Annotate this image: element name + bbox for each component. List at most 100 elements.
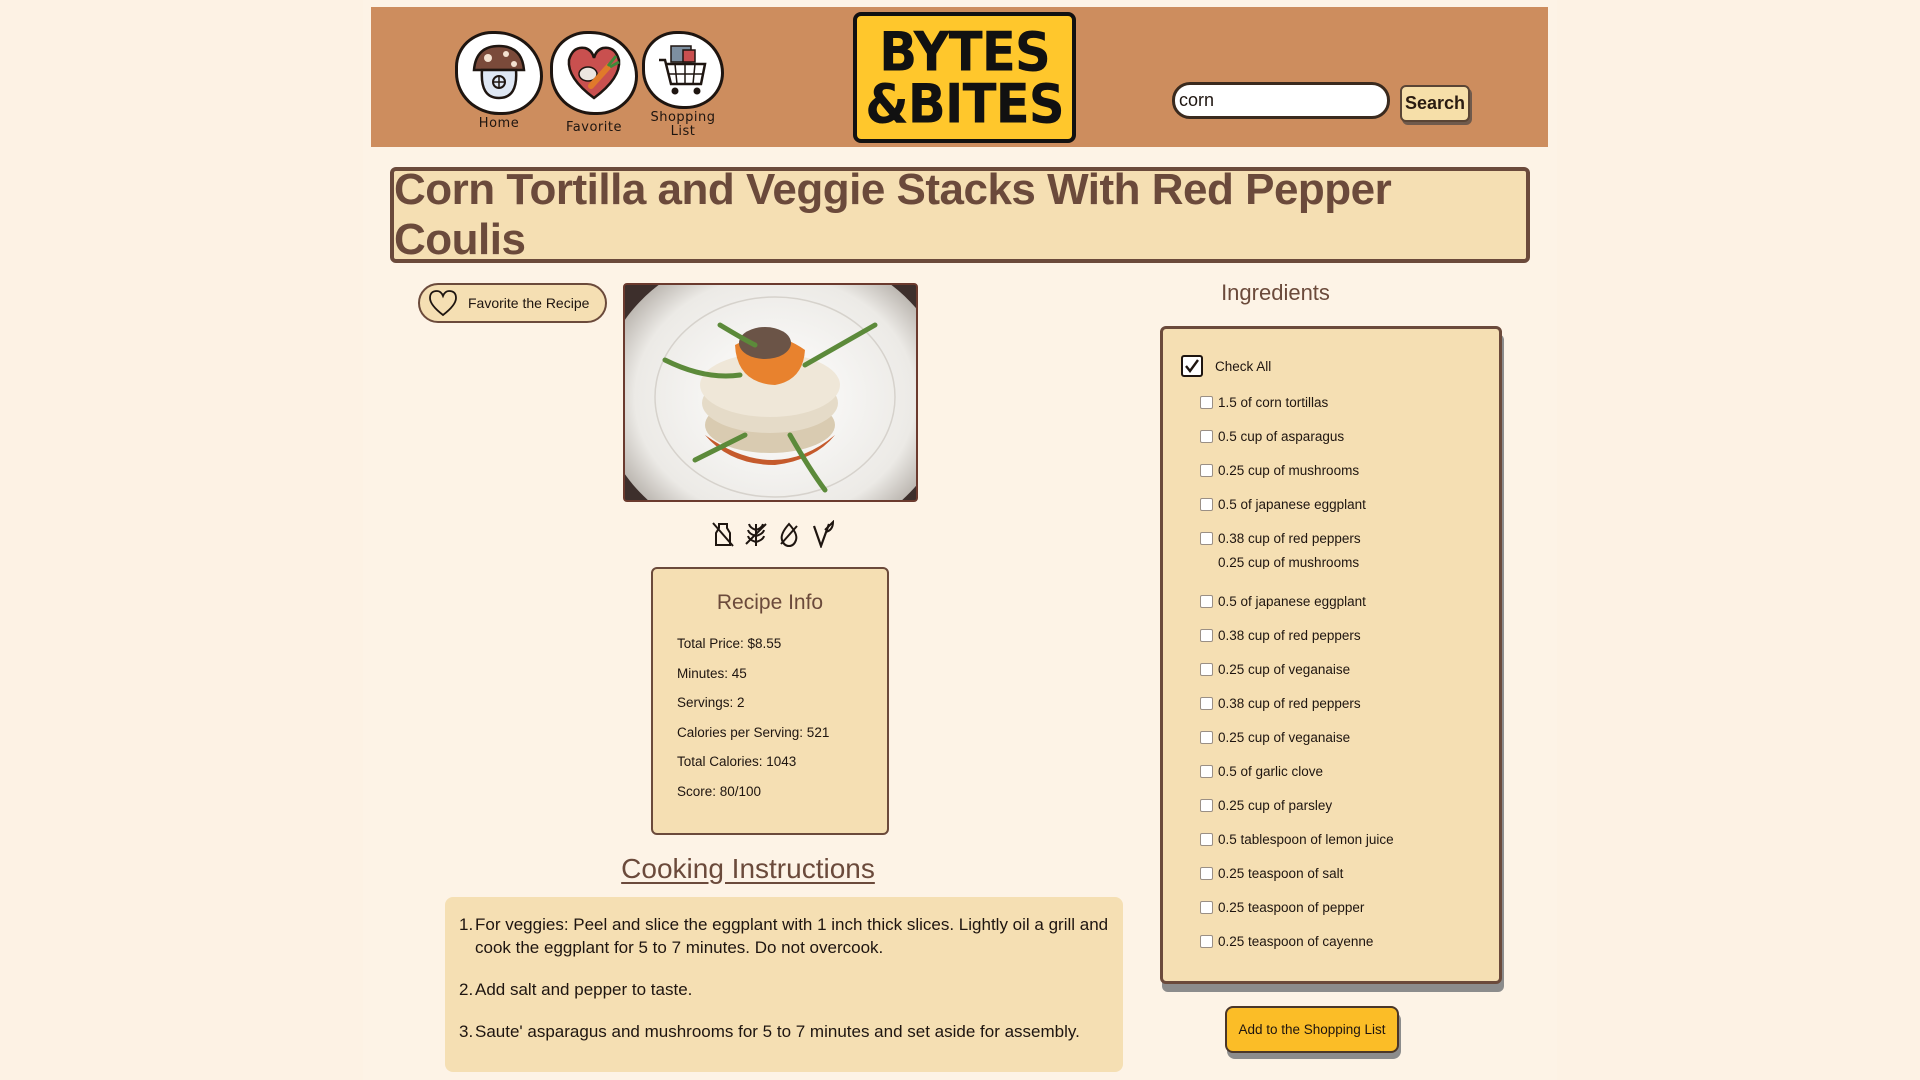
ingredient-checkbox[interactable] <box>1200 497 1213 511</box>
cooking-instructions-title: Cooking Instructions <box>621 853 875 884</box>
ingredient-item: 0.38 cup of red peppers <box>1200 529 1361 547</box>
ingredient-label: 0.5 cup of asparagus <box>1218 428 1345 444</box>
ingredient-checkbox[interactable] <box>1200 662 1213 676</box>
ingredient-checkbox[interactable] <box>1200 764 1213 778</box>
ingredient-item: 0.25 teaspoon of cayenne <box>1200 932 1373 950</box>
ingredient-checkbox[interactable] <box>1200 798 1213 812</box>
ingredient-item: 0.5 of japanese eggplant <box>1200 495 1366 513</box>
info-total-price: Total Price: $8.55 <box>677 636 782 651</box>
vegan-icon <box>812 520 835 548</box>
ingredient-item: 0.5 of garlic clove <box>1200 762 1323 780</box>
ingredient-item: 0.25 cup of mushrooms <box>1200 461 1359 479</box>
ingredient-item: 1.5 of corn tortillas <box>1200 393 1328 411</box>
nav-home[interactable]: Home <box>453 31 545 131</box>
info-minutes: Minutes: 45 <box>677 665 747 681</box>
ingredient-label: 0.5 of japanese eggplant <box>1218 593 1366 609</box>
nav-home-label: Home <box>478 116 520 131</box>
ingredient-label: 0.25 cup of veganaise <box>1218 729 1351 745</box>
ingredient-checkbox[interactable] <box>1200 429 1213 443</box>
ingredient-checkbox[interactable] <box>1200 866 1213 880</box>
ingredient-label: 0.5 of garlic clove <box>1218 763 1324 779</box>
info-calories-per-serving: Calories per Serving: 521 <box>677 724 830 740</box>
ingredient-item: 0.5 tablespoon of lemon juice <box>1200 830 1394 848</box>
ingredient-item: 0.5 cup of asparagus <box>1200 427 1344 445</box>
page: Home Favorite Shopping List BYTES &BITES… <box>363 0 1557 1080</box>
ingredient-item: 0.25 cup of parsley <box>1200 796 1332 814</box>
gluten-free-icon <box>745 523 767 546</box>
ingredient-checkbox[interactable] <box>1200 463 1213 477</box>
favorite-recipe-button[interactable]: Favorite the Recipe <box>418 283 607 323</box>
heart-outline-icon <box>429 290 457 317</box>
ingredient-item: 0.25 teaspoon of salt <box>1200 864 1343 882</box>
ingredient-item: 0.25 teaspoon of pepper <box>1200 898 1364 916</box>
ingredient-item: 0.25 cup of mushrooms <box>1200 557 1359 569</box>
ingredient-checkbox[interactable] <box>1200 934 1213 948</box>
ingredient-label: 0.25 cup of veganaise <box>1218 661 1351 677</box>
ingredient-item: 0.38 cup of red peppers <box>1200 694 1361 712</box>
instruction-step-text: Add salt and pepper to taste. <box>475 980 693 999</box>
ingredient-label: 0.5 tablespoon of lemon juice <box>1218 831 1394 847</box>
info-score: Score: 80/100 <box>677 783 762 799</box>
nav-shopping-list-label: Shopping List <box>650 110 716 139</box>
instruction-step: 1. For veggies: Peel and slice the eggpl… <box>459 913 1113 959</box>
nav-favorite[interactable]: Favorite <box>548 31 640 135</box>
ingredient-checkbox[interactable] <box>1200 832 1213 846</box>
info-total-calories: Total Calories: 1043 <box>677 754 797 769</box>
check-all-label: Check All <box>1215 358 1272 374</box>
header-bar: Home Favorite Shopping List BYTES &BITES… <box>371 7 1548 147</box>
diet-icons-row <box>710 520 835 548</box>
ingredient-item: 0.5 of japanese eggplant <box>1200 592 1366 610</box>
instruction-step: 2. Add salt and pepper to taste. <box>459 980 693 999</box>
checkmark-icon <box>1185 359 1199 373</box>
nav-shopping-list[interactable]: Shopping List <box>637 31 729 139</box>
ingredient-label: 0.25 cup of mushrooms <box>1218 557 1360 569</box>
ingredient-checkbox[interactable] <box>1200 594 1213 608</box>
ingredient-checkbox[interactable] <box>1200 628 1213 642</box>
ingredient-label: 0.38 cup of red peppers <box>1218 627 1361 643</box>
instruction-step-text: Saute' asparagus and mushrooms for 5 to … <box>475 1022 1080 1041</box>
ingredient-checkbox[interactable] <box>1200 696 1213 710</box>
ingredient-item: 0.25 cup of veganaise <box>1200 660 1350 678</box>
recipe-info-panel: Recipe Info Total Price: $8.55 Minutes: … <box>651 567 889 835</box>
info-servings: Servings: 2 <box>677 695 745 710</box>
ingredient-checkbox[interactable] <box>1200 531 1213 545</box>
favorite-recipe-label: Favorite the Recipe <box>468 295 590 311</box>
ingredient-label: 1.5 of corn tortillas <box>1218 394 1329 410</box>
instruction-step: 3. Saute' asparagus and mushrooms for 5 … <box>459 1022 1080 1041</box>
site-logo[interactable]: BYTES &BITES <box>853 12 1076 143</box>
no-fat-icon <box>780 522 798 548</box>
heart-carrot-icon <box>550 31 638 115</box>
ingredient-label: 0.38 cup of red peppers <box>1218 695 1361 711</box>
ingredient-item: 0.38 cup of red peppers <box>1200 626 1361 644</box>
mushroom-house-icon <box>455 31 543 115</box>
nav-favorite-label: Favorite <box>566 120 622 135</box>
ingredient-label: 0.25 cup of parsley <box>1218 797 1333 813</box>
recipe-info-title: Recipe Info <box>716 591 824 614</box>
dairy-free-icon <box>712 522 734 547</box>
ingredient-label: 0.5 of japanese eggplant <box>1218 496 1366 512</box>
logo-line-1: BYTES <box>879 20 1051 83</box>
logo-line-2: &BITES <box>865 72 1065 135</box>
recipe-image <box>623 283 918 502</box>
ingredient-item: 0.25 cup of veganaise <box>1200 728 1350 746</box>
search-button[interactable]: Search <box>1400 85 1470 122</box>
ingredients-panel: Check All 1.5 of corn tortillas 0.5 cup … <box>1160 326 1502 984</box>
title-banner: Corn Tortilla and Veggie Stacks With Red… <box>390 165 1530 264</box>
ingredient-checkbox[interactable] <box>1200 395 1213 409</box>
ingredient-label: 0.25 cup of mushrooms <box>1218 462 1360 478</box>
check-all-checkbox[interactable]: Check All <box>1181 355 1271 377</box>
page-title: Corn Tortilla and Veggie Stacks With Red… <box>394 165 1392 264</box>
shopping-cart-icon <box>642 31 724 109</box>
instruction-step-text: For veggies: Peel and slice the eggplant… <box>475 915 1109 957</box>
ingredient-label: 0.25 teaspoon of pepper <box>1218 899 1365 915</box>
ingredient-checkbox[interactable] <box>1200 730 1213 744</box>
ingredients-title: Ingredients <box>1221 280 1330 305</box>
search-input[interactable] <box>1172 82 1390 119</box>
ingredient-label: 0.38 cup of red peppers <box>1218 530 1361 546</box>
ingredient-checkbox[interactable] <box>1200 900 1213 914</box>
ingredient-label: 0.25 teaspoon of salt <box>1218 865 1344 881</box>
add-to-shopping-list-button[interactable]: Add to the Shopping List <box>1225 1006 1399 1053</box>
cooking-instructions-panel: 1. For veggies: Peel and slice the eggpl… <box>445 897 1123 1072</box>
ingredient-label: 0.25 teaspoon of cayenne <box>1218 933 1374 949</box>
check-all-box[interactable] <box>1181 355 1203 377</box>
